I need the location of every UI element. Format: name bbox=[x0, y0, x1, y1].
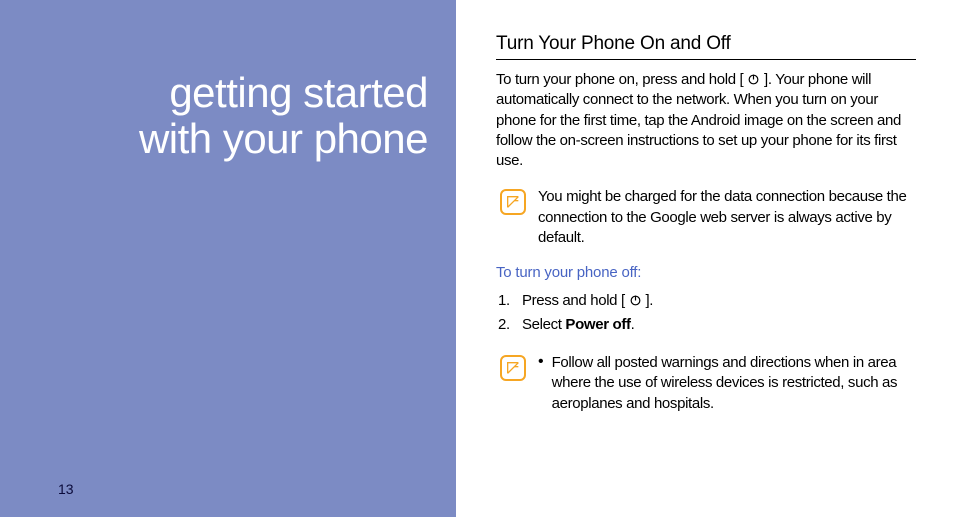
note-icon bbox=[500, 355, 526, 381]
power-icon bbox=[629, 291, 642, 304]
step-2-prefix: Select bbox=[522, 316, 565, 333]
bullet-dot: • bbox=[538, 353, 544, 371]
intro-text-before-icon: To turn your phone on, press and hold [ bbox=[496, 71, 743, 88]
note-text-1: You might be charged for the data connec… bbox=[538, 187, 916, 248]
steps-list: Press and hold [ ]. Select Power off. bbox=[498, 289, 916, 337]
note-block-1: You might be charged for the data connec… bbox=[500, 187, 916, 248]
step-2-bold: Power off bbox=[565, 316, 630, 333]
intro-paragraph: To turn your phone on, press and hold [ … bbox=[496, 70, 916, 171]
chapter-title-line2: with your phone bbox=[0, 116, 428, 162]
power-icon bbox=[747, 72, 760, 85]
chapter-title-panel: getting started with your phone 13 bbox=[0, 0, 456, 517]
section-title: Turn Your Phone On and Off bbox=[496, 33, 916, 60]
step-2-suffix: . bbox=[631, 316, 635, 333]
note-2-bullet-row: • Follow all posted warnings and directi… bbox=[538, 353, 916, 414]
step-1-suffix: ]. bbox=[645, 292, 653, 309]
subheading-phone-off: To turn your phone off: bbox=[496, 264, 916, 281]
step-1: Press and hold [ ]. bbox=[498, 289, 916, 313]
page-number: 13 bbox=[58, 481, 74, 497]
note-icon bbox=[500, 189, 526, 215]
chapter-title-line1: getting started bbox=[0, 70, 428, 116]
note-block-2: • Follow all posted warnings and directi… bbox=[500, 353, 916, 414]
note-text-2: Follow all posted warnings and direction… bbox=[552, 353, 916, 414]
step-2: Select Power off. bbox=[498, 313, 916, 337]
content-panel: Turn Your Phone On and Off To turn your … bbox=[456, 0, 954, 517]
step-1-prefix: Press and hold [ bbox=[522, 292, 625, 309]
